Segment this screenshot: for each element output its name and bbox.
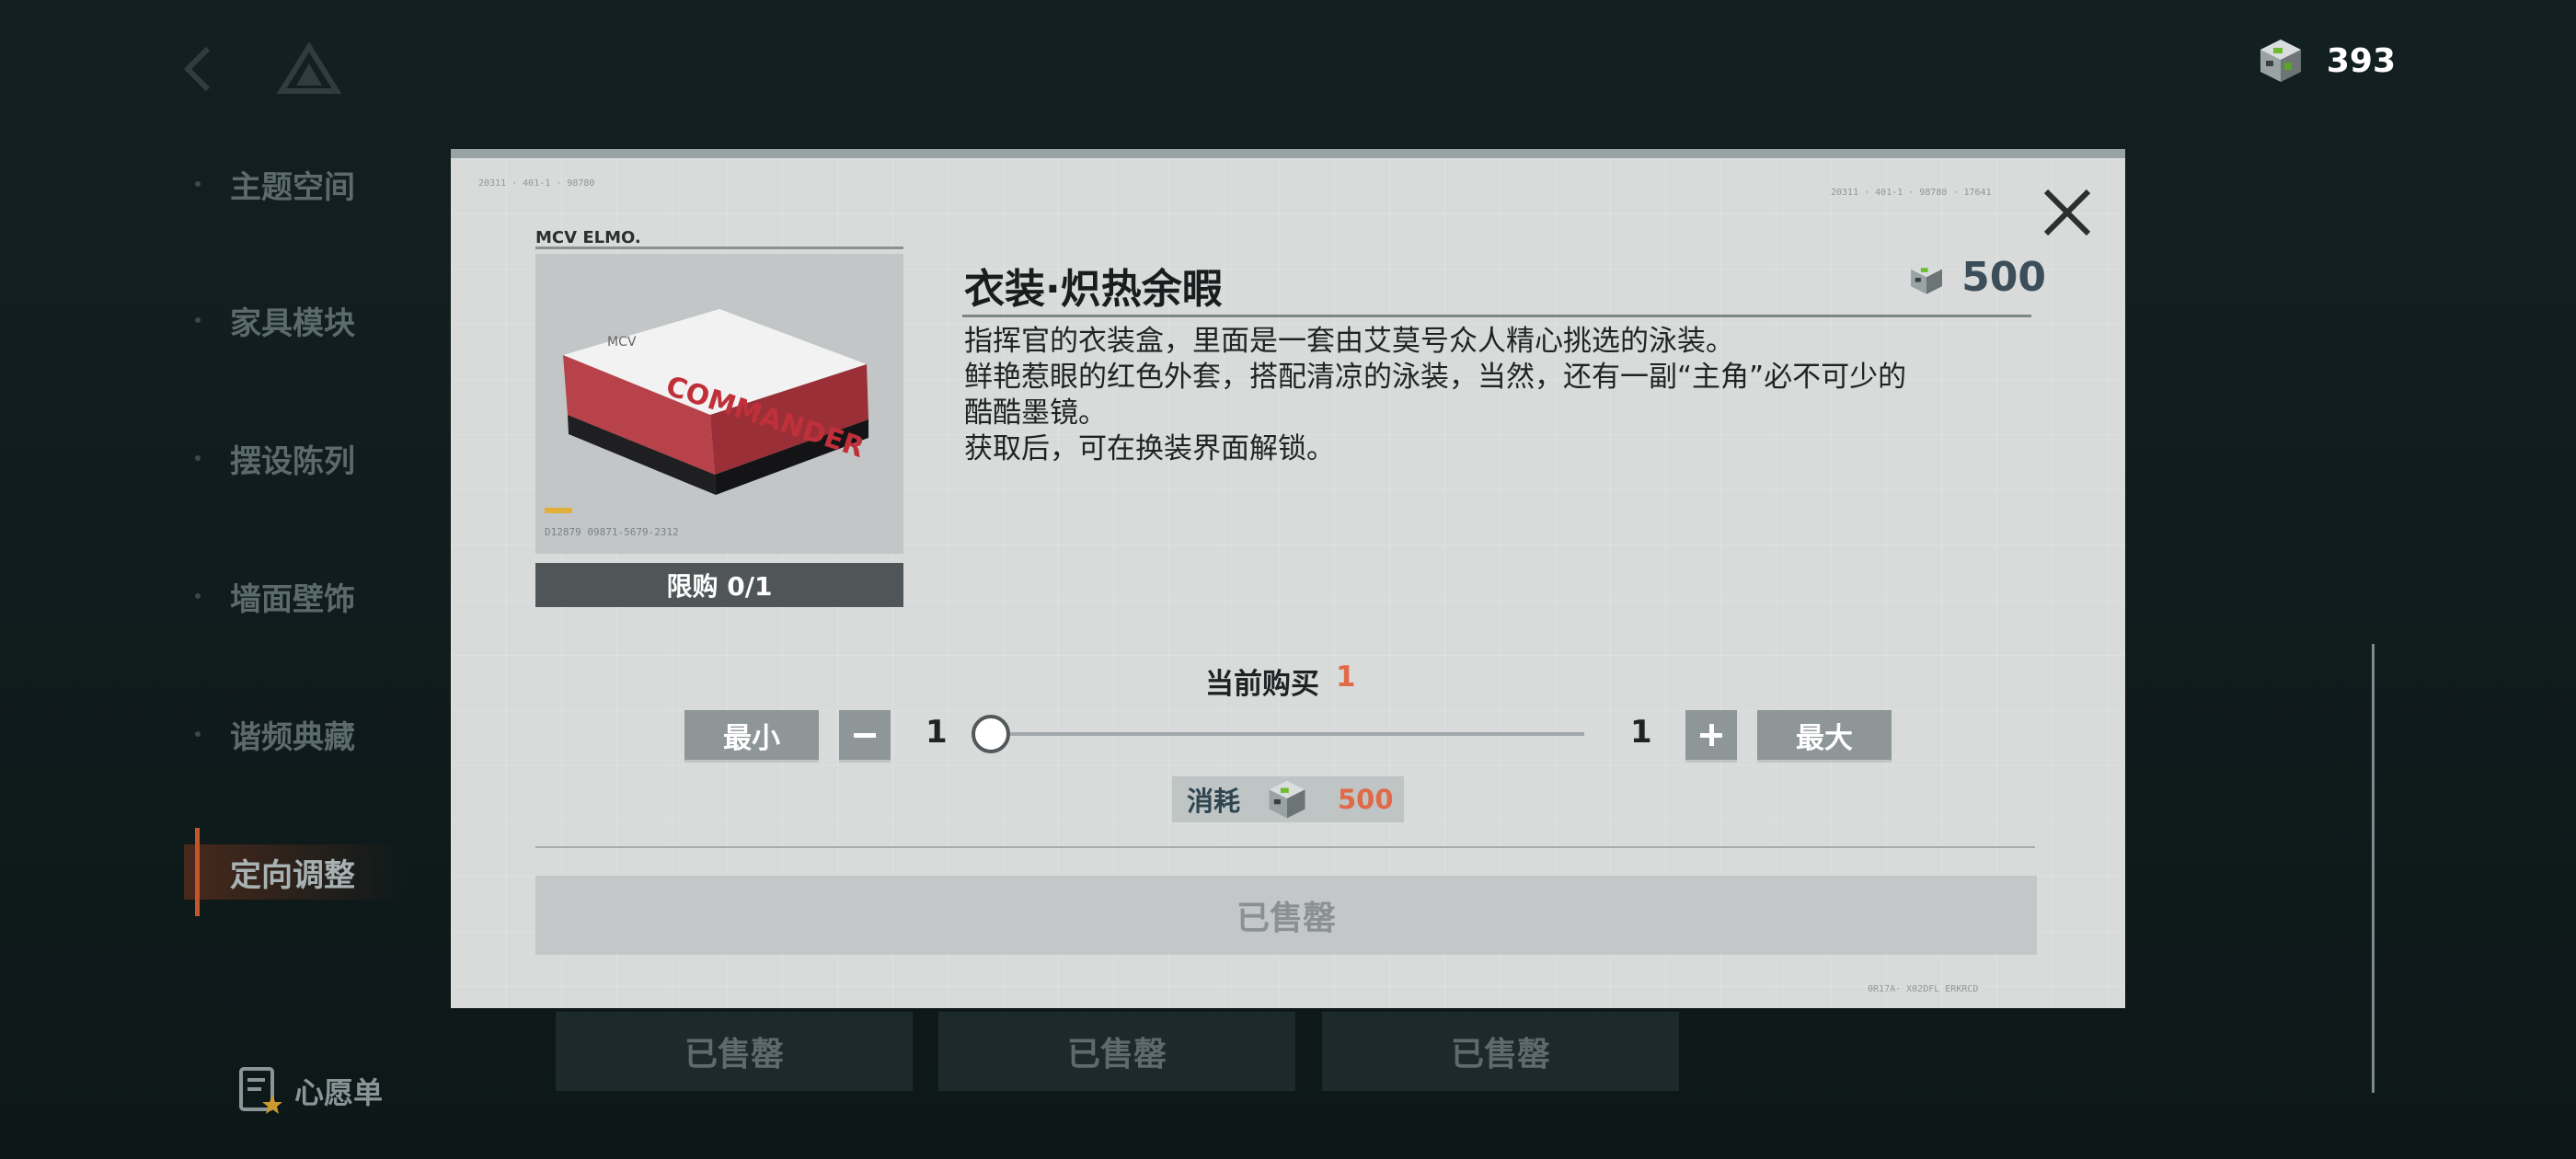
cost-display: 消耗 500 [1172,776,1404,822]
sidebar-item-label: 墙面壁饰 [230,580,355,618]
wishlist-button[interactable]: 心愿单 [237,1065,383,1117]
divider [535,846,2035,848]
scrollbar[interactable] [2372,644,2375,1093]
min-button[interactable]: 最小 [684,710,819,760]
sidebar-item-directional-adjust[interactable]: 定向调整 [184,828,405,916]
price-value: 500 [1961,254,2046,301]
purchase-modal: 20311 · 401-1 · 98780 20311 · 401-1 · 98… [451,149,2125,1008]
currency-display: 393 [2257,37,2396,85]
item-title: 衣装·炽热余暇 [964,266,1223,313]
wishlist-icon [239,1067,282,1114]
item-description: 指挥官的衣装盒，里面是一套由艾莫号众人精心挑选的泳装。 鲜艳惹眼的红色外套，搭配… [964,324,2031,467]
sold-out-tab[interactable]: 已售罄 [1322,1012,1679,1091]
deco-code: 0R17A· X02DFL ERKRCD [1868,984,1979,994]
quantity-min: 1 [926,714,948,751]
cost-value: 500 [1338,784,1394,815]
deco-code: 20311 · 401-1 · 98780 [478,178,595,189]
sidebar-item-decorations[interactable]: 摆设陈列 [184,430,405,486]
sold-out-tab[interactable]: 已售罄 [938,1012,1295,1091]
bullet-icon [195,181,201,187]
current-purchase-label: 当前购买 [1205,668,1319,701]
plus-icon [1700,724,1722,746]
quantity-slider-track[interactable] [994,732,1584,736]
max-button[interactable]: 最大 [1757,710,1892,760]
quantity-max: 1 [1630,714,1652,751]
resource-cube-icon [2260,40,2301,82]
description-line: 指挥官的衣装盒，里面是一套由艾莫号众人精心挑选的泳装。 [964,325,1734,358]
divider [535,247,903,249]
item-price: 500 [1908,254,2046,301]
back-icon[interactable] [173,41,228,97]
resource-cube-icon [1269,780,1305,819]
bullet-icon [195,317,201,323]
bullet-icon [195,731,201,737]
sidebar-item-label: 摆设陈列 [230,442,355,480]
sidebar-item-label: 定向调整 [230,856,355,894]
decrement-button[interactable] [839,710,891,760]
quantity-slider-handle[interactable] [972,715,1010,753]
current-purchase-value: 1 [1336,660,1356,694]
active-indicator [195,828,200,916]
item-image: COMMANDER MCV D12879 09871-5679-2312 [535,254,903,554]
description-line: 获取后，可在换装界面解锁。 [964,432,1335,465]
currency-value: 393 [2326,41,2396,80]
sidebar-item-label: 家具模块 [230,304,355,342]
deco-code: 20311 · 401-1 · 98780 · 17641 [1831,188,1992,198]
bullet-icon [195,455,201,461]
sidebar-item-theme-space[interactable]: 主题空间 [184,156,405,212]
box-brand: MCV [607,335,637,350]
divider [962,315,2031,317]
resource-cube-icon [1911,260,1943,294]
sidebar-item-wall[interactable]: 墙面壁饰 [184,568,405,624]
wishlist-label: 心愿单 [294,1075,384,1110]
image-brand-label: MCV ELMO. [535,228,641,247]
commander-box-illustration: COMMANDER MCV D12879 09871-5679-2312 [545,309,868,538]
image-code: D12879 09871-5679-2312 [545,526,679,538]
sidebar-item-furniture[interactable]: 家具模块 [184,293,405,348]
sold-out-tab[interactable]: 已售罄 [556,1012,913,1091]
cost-label: 消耗 [1187,786,1241,817]
sidebar-item-collection[interactable]: 谐频典藏 [184,706,405,762]
purchase-limit-label: 限购 0/1 [535,563,903,607]
description-line: 酷酷墨镜。 [964,396,1107,430]
sidebar-item-label: 谐频典藏 [230,718,355,756]
logo-icon [276,41,342,94]
bullet-icon [195,593,201,599]
minus-icon [854,733,876,738]
current-purchase: 当前购买 1 [1205,660,1356,702]
sidebar-item-label: 主题空间 [230,168,355,206]
description-line: 鲜艳惹眼的红色外套，搭配清凉的泳装，当然，还有一副“主角”必不可少的 [964,361,1907,394]
increment-button[interactable] [1685,710,1737,760]
close-icon[interactable] [2035,180,2099,245]
sold-out-button[interactable]: 已售罄 [535,876,2037,955]
